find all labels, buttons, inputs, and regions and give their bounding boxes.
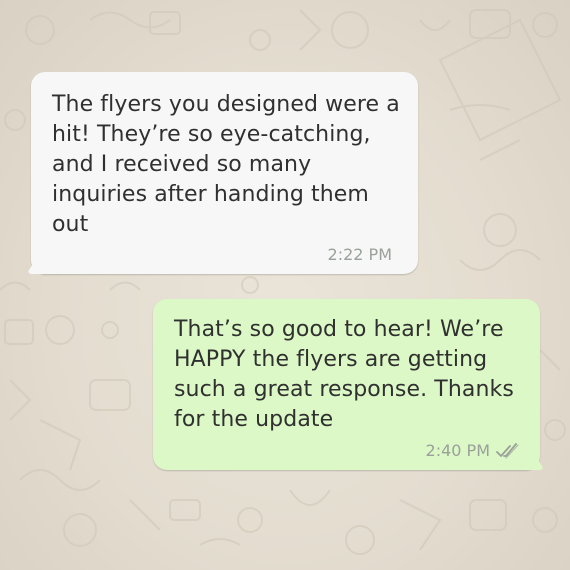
incoming-message-meta: 2:22 PM xyxy=(328,245,392,264)
incoming-message-time: 2:22 PM xyxy=(327,245,392,264)
outgoing-message-time: 2:40 PM xyxy=(425,441,490,460)
double-check-icon xyxy=(496,442,519,459)
outgoing-message-text: That’s so good to hear! We’re HAPPY the … xyxy=(174,317,514,432)
incoming-message-bubble[interactable]: The flyers you designed were a hit! They… xyxy=(28,72,418,274)
outgoing-message-meta: 2:40 PM xyxy=(426,441,520,460)
outgoing-message-bubble[interactable]: That’s so good to hear! We’re HAPPY the … xyxy=(153,299,543,470)
outgoing-bubble-tail xyxy=(526,436,543,470)
incoming-message-text: The flyers you designed were a hit! They… xyxy=(52,92,400,237)
incoming-bubble-tail xyxy=(28,240,45,274)
